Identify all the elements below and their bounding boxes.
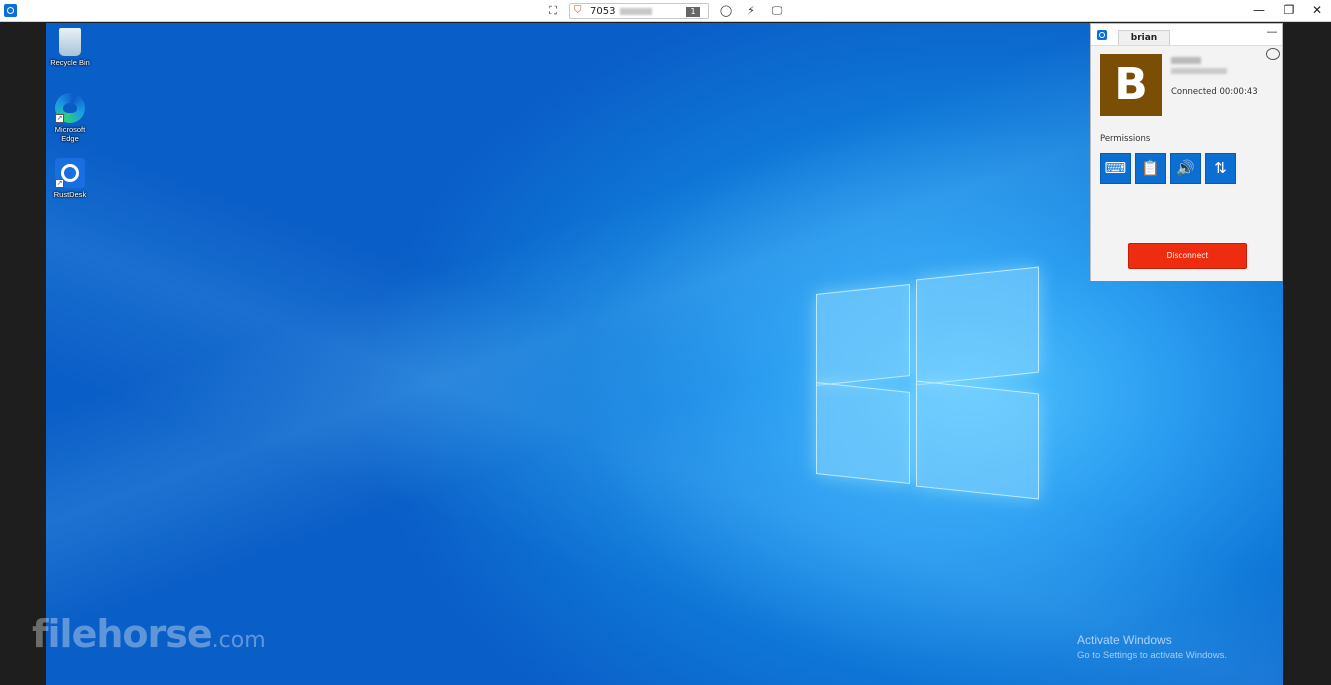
desktop-icon-recycle-bin[interactable]: Recycle Bin — [50, 28, 90, 67]
windows-logo-pane — [816, 284, 910, 386]
chat-icon[interactable]: ◯ — [719, 4, 733, 18]
remote-id-box[interactable]: ⛉ 7053 1 — [569, 3, 709, 19]
windows-logo-pane — [916, 266, 1039, 386]
shortcut-arrow-icon: ↗ — [55, 114, 64, 123]
recycle-bin-icon — [59, 28, 81, 56]
watermark-suffix: .com — [211, 628, 266, 653]
cm-minimize-button[interactable]: — — [1266, 26, 1278, 38]
avatar: B — [1100, 54, 1162, 116]
windows-logo — [816, 266, 1041, 500]
display-number[interactable]: 1 — [686, 7, 700, 17]
tab-peer[interactable]: brian — [1118, 30, 1170, 45]
remote-id-blurred — [620, 8, 652, 15]
desktop-icon-rustdesk[interactable]: ↗ RustDesk — [50, 158, 90, 199]
peer-id-blurred — [1171, 68, 1227, 74]
speaker-icon[interactable]: 🔊 — [1170, 153, 1201, 184]
close-button[interactable]: ✕ — [1308, 2, 1326, 18]
desktop-icon-label: RustDesk — [53, 190, 87, 199]
fullscreen-icon[interactable]: ⛶ — [546, 4, 560, 18]
filehorse-watermark: filehorse.com — [32, 612, 266, 656]
cm-body: B Connected 00:00:43 Permissions ⌨ 📋 🔊 ⇅… — [1091, 45, 1282, 281]
windows-logo-pane — [816, 382, 910, 484]
windows-logo-pane — [916, 380, 1039, 500]
clipboard-icon[interactable]: 📋 — [1135, 153, 1166, 184]
connection-status: Connected 00:00:43 — [1171, 87, 1258, 97]
rustdesk-logo-icon — [1097, 30, 1107, 40]
file-transfer-icon[interactable]: ⇅ — [1205, 153, 1236, 184]
desktop-icon-edge[interactable]: ↗ Microsoft Edge — [50, 93, 90, 143]
rustdesk-logo-icon — [4, 4, 17, 17]
shield-icon: ⛉ — [574, 5, 582, 16]
rustdesk-icon: ↗ — [55, 158, 85, 188]
disconnect-button[interactable]: Disconnect — [1128, 243, 1247, 269]
action-icon[interactable]: ⚡ — [744, 4, 758, 18]
chat-icon[interactable] — [1266, 48, 1280, 60]
desktop-icon-label: Recycle Bin — [50, 58, 90, 67]
permissions-label: Permissions — [1100, 134, 1151, 144]
minimize-button[interactable]: — — [1250, 2, 1268, 18]
display-icon[interactable]: 🖵 — [770, 4, 784, 18]
remote-id: 7053 — [590, 6, 616, 17]
desktop-icon-label: Microsoft Edge — [54, 125, 86, 143]
restore-button[interactable]: ❐ — [1280, 2, 1298, 18]
edge-icon: ↗ — [55, 93, 85, 123]
watermark-brand: filehorse — [32, 612, 213, 656]
remote-toolbar: ⛶ ⛉ 7053 1 ◯ ⚡ 🖵 — ❐ ✕ — [0, 0, 1331, 22]
activation-subtitle: Go to Settings to activate Windows. — [1077, 650, 1227, 661]
keyboard-icon[interactable]: ⌨ — [1100, 153, 1131, 184]
activation-title: Activate Windows — [1077, 633, 1172, 647]
shortcut-arrow-icon: ↗ — [55, 179, 64, 188]
peer-name-blurred — [1171, 57, 1201, 64]
connection-manager: brian — B Connected 00:00:43 Permissions… — [1090, 23, 1283, 281]
